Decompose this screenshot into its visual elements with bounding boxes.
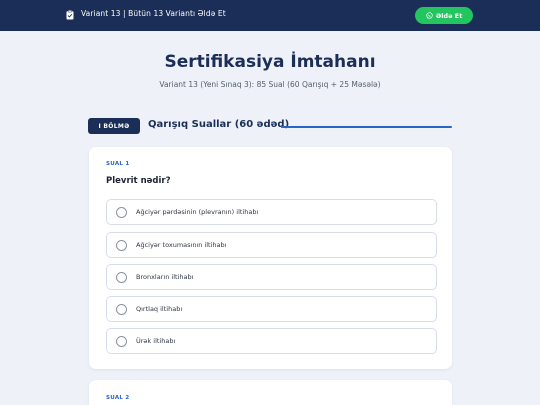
answer-option-label: Ağciyər pərdəsinin (plevranın) iltihabı [136,208,259,216]
answer-option-label: Bronxların iltihabı [136,273,194,281]
question-card: SUAL 1 Plevrit nədir? Ağciyər pərdəsinin… [89,147,452,369]
section-title: Qarışıq Suallar (60 ədəd) [148,119,290,130]
whatsapp-button[interactable]: Əldə Et [415,7,473,24]
radio-icon[interactable] [116,304,127,315]
section-badge: I BÖLMƏ [88,118,140,134]
page-title: Sertifikasiya İmtahanı [164,52,376,72]
answer-option[interactable]: Ürək iltihabı [106,328,437,354]
section-divider [281,126,452,128]
answer-option[interactable]: Ağciyər toxumasının iltihabı [106,232,437,258]
clipboard-icon [66,10,74,20]
question-text: Plevrit nədir? [106,176,171,186]
top-bar: Variant 13 | Bütün 13 Variantı Əldə Et Ə… [0,0,540,31]
answer-option-label: Ağciyər toxumasının iltihabı [136,241,227,249]
question-number: SUAL 2 [106,395,130,401]
radio-icon[interactable] [116,272,127,283]
answer-option-label: Qırtlaq iltihabı [136,305,183,313]
topbar-title: Variant 13 | Bütün 13 Variantı Əldə Et [81,9,226,18]
answer-option[interactable]: Ağciyər pərdəsinin (plevranın) iltihabı [106,199,437,225]
radio-icon[interactable] [116,240,127,251]
answer-option-label: Ürək iltihabı [136,337,176,345]
radio-icon[interactable] [116,336,127,347]
answer-option[interactable]: Bronxların iltihabı [106,264,437,290]
page-subtitle: Variant 13 (Yeni Sınaq 3): 85 Sual (60 Q… [159,80,381,89]
radio-icon[interactable] [116,207,127,218]
whatsapp-icon [426,12,433,19]
question-number: SUAL 1 [106,161,130,167]
question-card: SUAL 2 [89,380,452,405]
answer-option[interactable]: Qırtlaq iltihabı [106,296,437,322]
whatsapp-button-label: Əldə Et [435,11,463,20]
